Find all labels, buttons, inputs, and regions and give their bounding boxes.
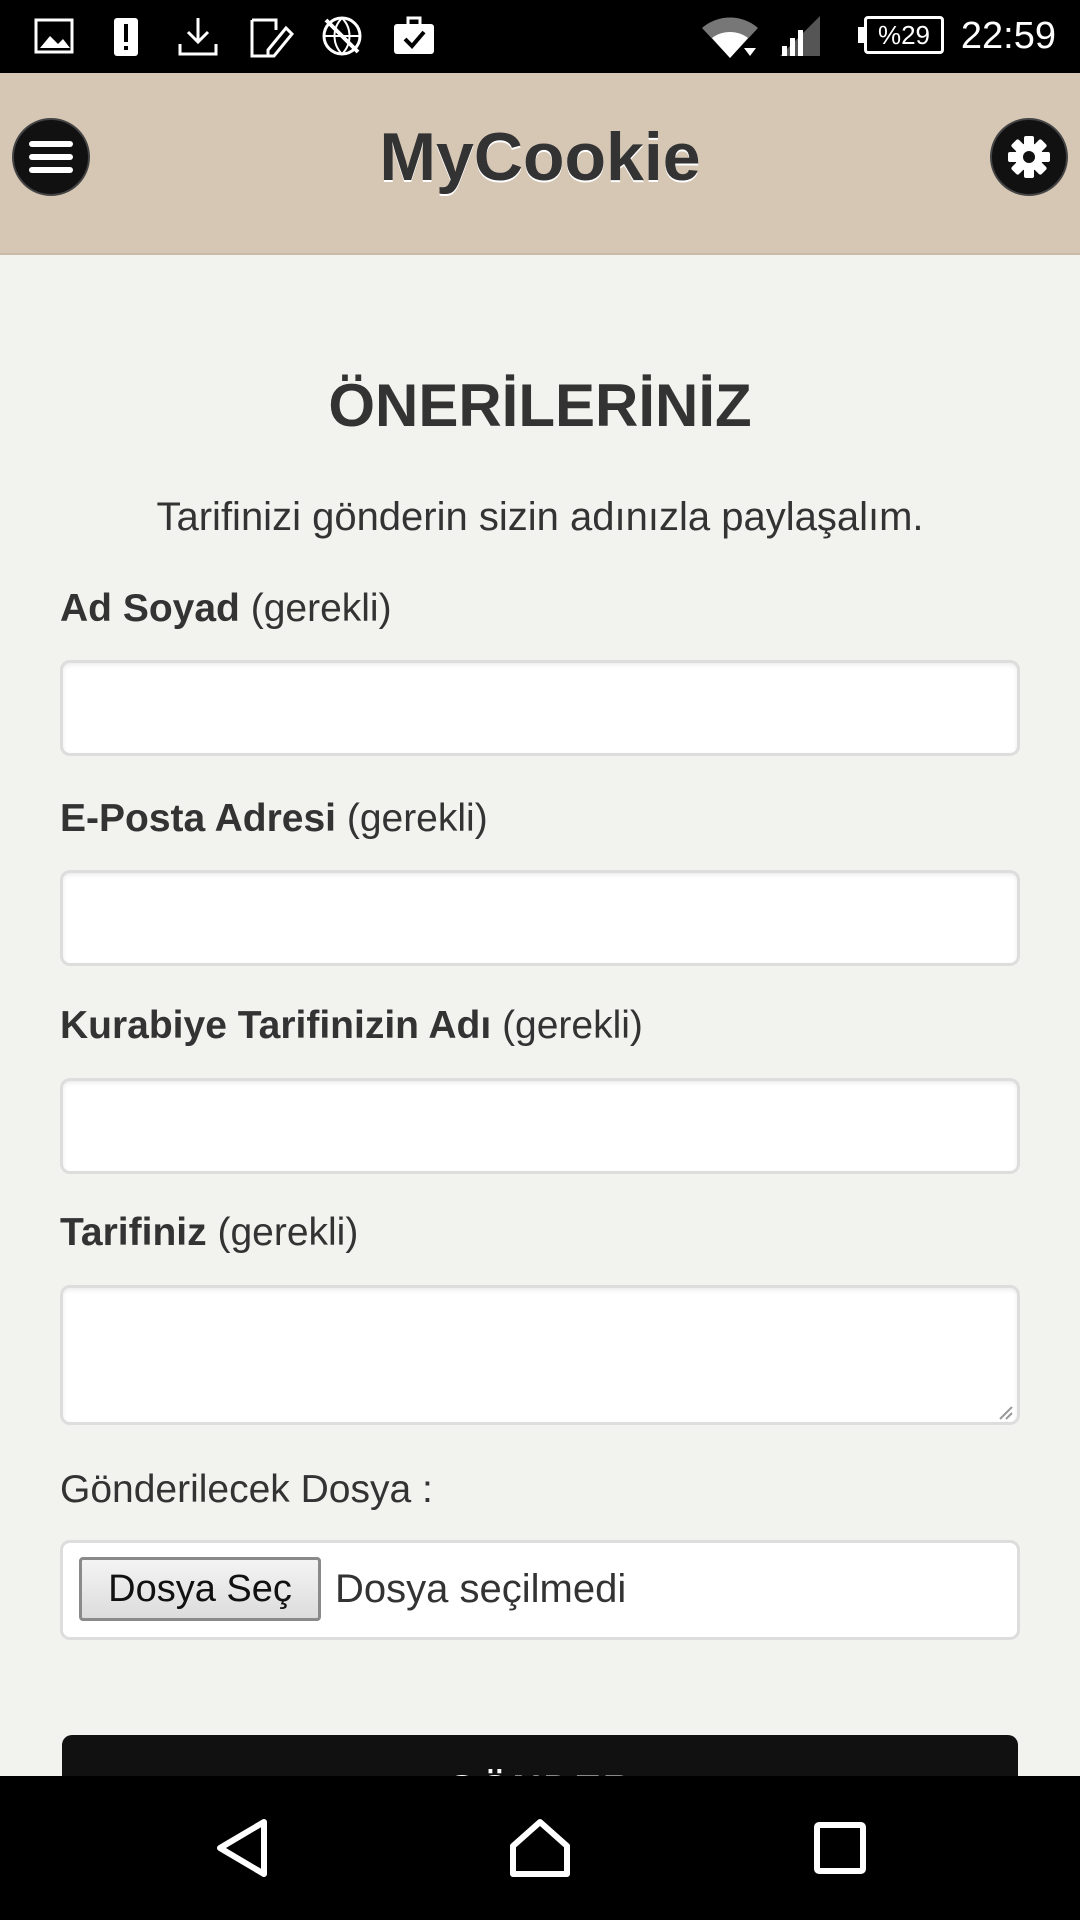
- resize-grip-icon[interactable]: [996, 1403, 1014, 1421]
- app-title: MyCookie: [379, 119, 701, 195]
- recipe-name-label-text: Kurabiye Tarifinizin Adı: [60, 1004, 492, 1047]
- download-icon: [178, 18, 218, 56]
- recipe-name-label: Kurabiye Tarifinizin Adı (gerekli): [60, 1002, 643, 1050]
- required-hint: (gerekli): [217, 1211, 359, 1254]
- choose-file-button[interactable]: Dosya Seç: [79, 1557, 321, 1621]
- battery-icon: %29: [864, 16, 944, 54]
- recipe-name-input[interactable]: [60, 1078, 1020, 1174]
- page-title: ÖNERİLERİNİZ: [328, 372, 752, 439]
- name-label-text: Ad Soyad: [60, 587, 240, 630]
- navigation-bar: [0, 1776, 1080, 1920]
- edit-note-icon: [250, 18, 294, 58]
- no-vpn-icon: [322, 16, 362, 56]
- recipe-label-text: Tarifiniz: [60, 1211, 207, 1254]
- email-label: E-Posta Adresi (gerekli): [60, 795, 488, 843]
- status-bar: %29 22:59: [0, 0, 1080, 73]
- file-picker: Dosya Seç Dosya seçilmedi: [60, 1540, 1020, 1640]
- back-icon: [217, 1819, 267, 1877]
- required-hint: (gerekli): [250, 587, 392, 630]
- settings-button[interactable]: [990, 118, 1068, 196]
- page-subtitle: Tarifinizi gönderin sizin adınızla payla…: [156, 495, 924, 539]
- gear-icon: [1008, 136, 1050, 178]
- home-icon: [510, 1819, 570, 1877]
- home-button[interactable]: [504, 1812, 576, 1884]
- recipe-label: Tarifiniz (gerekli): [60, 1209, 358, 1257]
- recents-icon: [814, 1822, 866, 1874]
- file-label: Gönderilecek Dosya :: [60, 1468, 433, 1511]
- email-label-text: E-Posta Adresi: [60, 797, 336, 840]
- app-header: MyCookie: [0, 73, 1080, 255]
- signal-icon: [780, 16, 820, 56]
- recipe-textarea[interactable]: [60, 1285, 1020, 1425]
- required-hint: (gerekli): [502, 1004, 643, 1047]
- recents-button[interactable]: [804, 1812, 876, 1884]
- email-input[interactable]: [60, 870, 1020, 966]
- image-icon: [34, 18, 74, 54]
- name-label: Ad Soyad (gerekli): [60, 585, 392, 633]
- name-input[interactable]: [60, 660, 1020, 756]
- wifi-icon: [702, 17, 758, 58]
- briefcase-check-icon: [394, 16, 434, 54]
- back-button[interactable]: [206, 1812, 278, 1884]
- clock: 22:59: [960, 15, 1056, 57]
- alert-icon: [114, 18, 138, 56]
- file-status: Dosya seçilmedi: [335, 1567, 627, 1611]
- required-hint: (gerekli): [346, 797, 488, 840]
